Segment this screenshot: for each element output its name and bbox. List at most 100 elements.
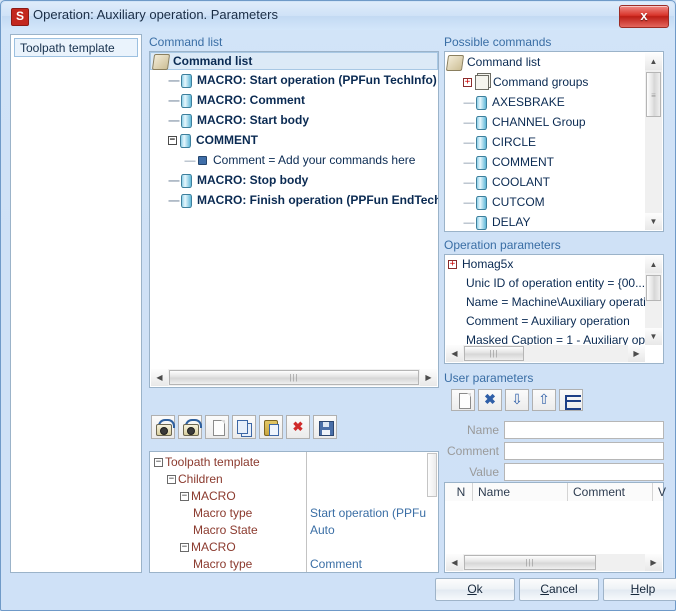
operation-parameter-row[interactable]: Name = Machine\Auxiliary operation (445, 293, 645, 312)
possible-commands-tree[interactable]: Command list + Command groups — AXESBRAKE — CH… (445, 52, 645, 231)
tree-row[interactable]: — MACRO: Comment (150, 90, 438, 110)
grid-row[interactable]: − Toolpath template (152, 454, 438, 471)
tube-icon (181, 113, 192, 128)
scroll-right-icon[interactable]: ▶ (628, 345, 645, 362)
sidebar-item-toolpath-template[interactable]: Toolpath template (14, 38, 138, 57)
command-list-hscrollbar[interactable]: ◀ ||| ▶ (151, 369, 437, 386)
command-list-tree[interactable]: Command list — MACRO: Start operation (PPF… (150, 52, 438, 387)
tree-row[interactable]: — DELAY (445, 212, 645, 231)
scroll-down-icon[interactable]: ▼ (645, 328, 662, 345)
possible-commands-vscrollbar[interactable]: ▲ ≡ ▼ (645, 53, 662, 230)
tree-row[interactable]: — MACRO: Stop body (150, 170, 438, 190)
list-view-button[interactable] (559, 389, 583, 411)
add-parameter-button[interactable] (451, 389, 475, 411)
grid-row[interactable]: Macro type Start operation (PPFur (152, 505, 438, 522)
vscroll-thumb[interactable]: ≡ (646, 72, 661, 117)
operation-parameter-row[interactable]: Unic ID of operation entity = {00... (445, 274, 645, 293)
name-field[interactable] (504, 421, 664, 439)
scroll-up-icon[interactable]: ▲ (645, 53, 662, 70)
operation-parameters-tree[interactable]: + Homag5x Unic ID of operation entity = {0… (445, 255, 645, 345)
tree-row[interactable]: — AXESBRAKE (445, 92, 645, 112)
move-up-button[interactable]: ⇧ (532, 389, 556, 411)
new-button[interactable] (205, 415, 229, 439)
grid-row[interactable]: − MACRO (152, 539, 438, 556)
tree-branch-line: — (463, 96, 475, 109)
hscroll-thumb[interactable]: ||| (464, 346, 524, 361)
tube-icon (180, 133, 191, 148)
collapse-icon[interactable]: − (180, 492, 189, 502)
comment-field-label: Comment (446, 444, 499, 458)
grid-row-label: Children (178, 472, 223, 486)
tree-row[interactable]: — CHANNEL Group (445, 112, 645, 132)
grid-row[interactable]: Macro type Comment (152, 556, 438, 572)
capture-template-button[interactable] (151, 415, 175, 439)
collapse-icon[interactable]: − (154, 458, 163, 468)
grid-vscroll-thumb[interactable] (427, 453, 437, 497)
table-body[interactable] (445, 501, 663, 555)
scroll-up-icon[interactable]: ▲ (645, 256, 662, 273)
grid-row-value[interactable]: Auto (310, 522, 426, 539)
operation-parameter-row[interactable]: Masked Caption = 1 - Auxiliary op... (445, 331, 645, 345)
tree-row[interactable]: Command list (445, 52, 645, 72)
toolpath-template-grid[interactable]: − Toolpath template − Children − MACRO Macro t… (149, 451, 439, 573)
scroll-left-icon[interactable]: ◀ (151, 369, 168, 386)
table-column-header[interactable]: Comment (568, 483, 653, 501)
help-button[interactable]: Help (603, 578, 676, 601)
title-bar: S Operation: Auxiliary operation. Parame… (2, 2, 674, 30)
expand-icon[interactable]: + (448, 260, 457, 270)
tree-row[interactable]: — CUTCOM (445, 192, 645, 212)
grid-row[interactable]: Macro State Auto (152, 522, 438, 539)
close-icon[interactable]: x (619, 5, 669, 28)
copy-button[interactable] (232, 415, 256, 439)
tree-row[interactable]: — COOLANT (445, 172, 645, 192)
tree-row[interactable]: − COMMENT (150, 130, 438, 150)
scroll-right-icon[interactable]: ▶ (645, 554, 662, 571)
operation-parameter-row[interactable]: Comment = Auxiliary operation (445, 312, 645, 331)
paste-button[interactable] (259, 415, 283, 439)
vscroll-thumb[interactable] (646, 275, 661, 301)
grid-row-value[interactable]: Comment (310, 556, 426, 572)
operation-parameter-row[interactable]: + Homag5x (445, 255, 645, 274)
collapse-icon[interactable]: − (168, 136, 177, 146)
delete-parameter-button[interactable]: ✖ (478, 389, 502, 411)
hscroll-thumb[interactable]: ||| (169, 370, 419, 385)
value-field[interactable] (504, 463, 664, 481)
scroll-left-icon[interactable]: ◀ (446, 345, 463, 362)
table-column-header[interactable]: N (445, 483, 473, 501)
tree-row[interactable]: — Comment = Add your commands here (150, 150, 438, 170)
tree-row[interactable]: — COMMENT (445, 152, 645, 172)
delete-button[interactable]: ✖ (286, 415, 310, 439)
move-down-button[interactable]: ⇩ (505, 389, 529, 411)
operation-parameters-vscrollbar[interactable]: ▲ ▼ (645, 256, 662, 345)
hscroll-thumb[interactable]: ||| (464, 555, 596, 570)
tree-branch-line: — (168, 114, 180, 127)
ok-button[interactable]: Ok (435, 578, 515, 601)
scroll-right-icon[interactable]: ▶ (420, 369, 437, 386)
tree-row[interactable]: — MACRO: Finish operation (PPFun EndTechI… (150, 190, 438, 210)
operation-parameters-hscrollbar[interactable]: ◀ ||| ▶ (446, 345, 645, 362)
tree-row[interactable]: + Command groups (445, 72, 645, 92)
table-column-header[interactable]: V (653, 483, 676, 501)
expand-icon[interactable]: + (463, 78, 472, 88)
save-button[interactable] (313, 415, 337, 439)
tree-row[interactable]: — MACRO: Start body (150, 110, 438, 130)
tree-row[interactable]: — CIRCLE (445, 132, 645, 152)
user-parameters-hscrollbar[interactable]: ◀ ||| ▶ (446, 554, 662, 571)
apply-template-button[interactable] (178, 415, 202, 439)
grid-row[interactable]: − Children (152, 471, 438, 488)
table-column-header[interactable]: Name (473, 483, 568, 501)
paste-icon (264, 420, 279, 436)
collapse-icon[interactable]: − (167, 475, 176, 485)
tree-row[interactable]: — MACRO: Start operation (PPFun TechInfo) (150, 70, 438, 90)
scroll-left-icon[interactable]: ◀ (446, 554, 463, 571)
tree-row[interactable]: Command list (150, 52, 438, 70)
cancel-button[interactable]: Cancel (519, 578, 599, 601)
grid-row[interactable]: − MACRO (152, 488, 438, 505)
scroll-down-icon[interactable]: ▼ (645, 213, 662, 230)
comment-field[interactable] (504, 442, 664, 460)
tree-branch-line: — (184, 154, 196, 167)
grid-row-value[interactable]: Start operation (PPFur (310, 505, 426, 522)
grid-column-splitter[interactable] (306, 452, 307, 572)
floppy-save-icon (319, 421, 334, 436)
collapse-icon[interactable]: − (180, 543, 189, 553)
